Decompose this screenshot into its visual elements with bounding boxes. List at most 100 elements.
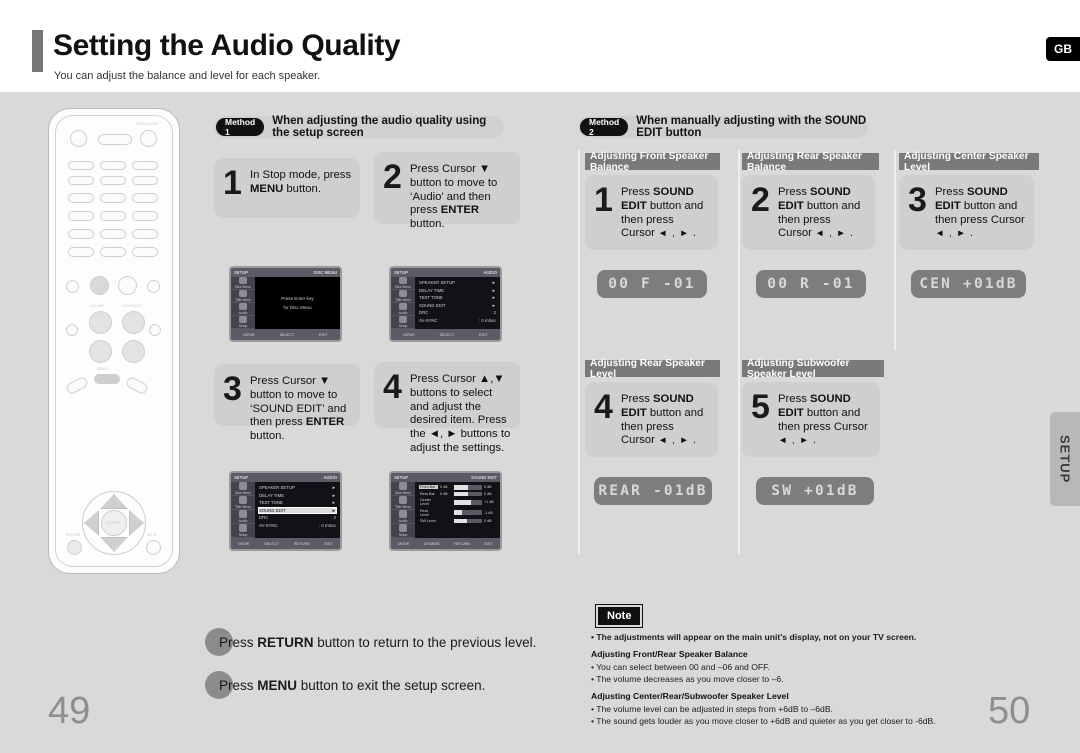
tv-menu-label: AV-SYNC xyxy=(419,317,438,323)
remote-tuner-memo-button xyxy=(132,161,158,170)
led-display-center-level: CEN +01dB xyxy=(911,270,1026,298)
remote-num-0 xyxy=(100,247,126,257)
tv-sidebar-item: Audio xyxy=(391,510,415,524)
tv-menu-value: ► xyxy=(331,485,336,490)
tv-menu-value: ► xyxy=(491,280,496,285)
step-number: 3 xyxy=(908,181,927,219)
tv-message-line: Press Enter key xyxy=(281,296,314,301)
title-menu-icon xyxy=(239,290,247,297)
tv-status-hint: EXIT xyxy=(324,541,333,546)
led-display-rear-balance: 00 R -01 xyxy=(756,270,866,298)
led-display-front-balance: 00 F -01 xyxy=(597,270,707,298)
sound-edit-label: Center Level xyxy=(420,498,432,507)
tv-screen-sound-edit: SETUP SOUND EDIT Disc Menu Title Menu Au… xyxy=(389,471,502,551)
tv-title-right: SOUND EDIT xyxy=(471,475,497,480)
sound-edit-row: Front Bal. 0 dB 0 dB xyxy=(419,485,496,490)
tv-sidebar-item: Audio xyxy=(231,303,255,316)
remote-tv-dvd-toggle xyxy=(98,134,132,145)
tv-status-hint: MOVE xyxy=(243,332,255,337)
remote-num-1 xyxy=(68,193,94,203)
remote-num-6 xyxy=(132,211,158,221)
tv-sidebar-label: Setup xyxy=(238,533,248,537)
step-text: Press Cursor ▼ button to move to ‘Audio’… xyxy=(410,163,498,231)
tv-sidebar-item: Setup xyxy=(231,316,255,329)
method1-heading: When adjusting the audio quality using t… xyxy=(272,115,487,139)
tv-status-hint: EXIT xyxy=(319,332,328,337)
tv-sidebar-item: Disc Menu xyxy=(231,277,255,290)
tv-menu-list: SPEAKER SETUP ► DELAY TIME ► TEST TONE ► SO… xyxy=(255,482,340,538)
sound-edit-meter xyxy=(454,500,482,505)
method2-heading: When manually adjusting with the SOUND E… xyxy=(636,115,867,139)
tv-sidebar-item: Disc Menu xyxy=(391,277,415,290)
tv-sidebar-label: Title Menu xyxy=(235,298,251,302)
sound-edit-right-value: 0 dB xyxy=(484,491,492,496)
tv-menu-value: ► xyxy=(491,295,496,301)
tv-title-right: AUDIO xyxy=(483,270,498,275)
tv-titlebar: SETUP AUDIO xyxy=(391,268,500,277)
disc-menu-icon xyxy=(399,277,407,284)
tv-menu-label: SOUND EDIT xyxy=(419,302,446,308)
remote-menu-label: MENU xyxy=(97,367,108,371)
page-number-right: 50 xyxy=(988,690,1031,732)
tv-sidebar-item: Audio xyxy=(391,303,415,316)
method1-header: Method 1 When adjusting the audio qualit… xyxy=(214,115,504,139)
sound-edit-row: Center Level +1 dB xyxy=(419,498,496,506)
note-line: • You can select between 00 and –06 and … xyxy=(591,662,770,672)
footer-bullet-menu: Press MENU button to exit the setup scre… xyxy=(205,671,485,699)
remote-power-button xyxy=(70,130,87,147)
tv-menu-label: AV-SYNC xyxy=(259,522,278,528)
remote-cancel-button xyxy=(132,247,158,257)
tv-sidebar-label: Audio xyxy=(398,311,408,315)
tv-title-left: SETUP xyxy=(234,475,248,480)
sound-edit-right-value: 0 dB xyxy=(484,485,492,490)
tv-menu-row: SOUND EDIT ► xyxy=(419,303,496,308)
setup-icon xyxy=(239,524,247,532)
tv-menu-row: TEST TONE ► xyxy=(259,500,336,505)
footer-panel xyxy=(0,592,1080,753)
tv-status-hint: CHANGE xyxy=(423,541,440,546)
remote-sleep-button xyxy=(68,161,94,170)
note-intro-line: • The adjustments will appear on the mai… xyxy=(591,632,917,642)
tv-sidebar-label: Audio xyxy=(238,519,248,523)
section-label-subwoofer-level: Adjusting Subwoofer Speaker Level xyxy=(742,358,884,380)
sound-edit-value: 0 dB xyxy=(440,491,448,496)
page-title: Setting the Audio Quality xyxy=(53,29,401,62)
tv-statusbar: MOVE SELECT RETURN EXIT xyxy=(231,538,340,549)
tv-sidebar-label: Audio xyxy=(398,519,408,523)
disc-menu-icon xyxy=(239,277,247,284)
remote-stop-button xyxy=(90,276,109,295)
tv-menu-label: TEST TONE xyxy=(419,295,443,301)
title-menu-icon xyxy=(239,496,247,504)
tv-status-hint: MOVE xyxy=(398,541,410,546)
tv-menu-value: : 2 xyxy=(331,515,336,521)
note-line: • The sound gets louder as you move clos… xyxy=(591,716,936,726)
tv-menu-value: ► xyxy=(331,507,336,513)
audio-icon xyxy=(399,510,407,518)
sound-edit-value: 0 dB xyxy=(440,485,448,490)
tv-menu-label: SPEAKER SETUP xyxy=(259,485,295,490)
step-text: Press Cursor ▼ button to move to ‘SOUND … xyxy=(250,375,347,443)
setup-icon xyxy=(239,316,247,323)
tv-menu-value: : 2 xyxy=(491,310,496,316)
method1-step-2: 2 Press Cursor ▼ button to move to ‘Audi… xyxy=(374,152,520,230)
tv-sidebar-item: Audio xyxy=(231,510,255,524)
step-number: 2 xyxy=(383,158,402,196)
remote-tuning-label: TUNING/CH xyxy=(122,304,142,308)
sound-edit-meter xyxy=(454,518,482,524)
tv-statusbar: MOVE SELECT EXIT xyxy=(231,329,340,340)
tv-screen-audio-menu-sound-edit-selected: SETUP AUDIO Disc Menu Title Menu Audio S… xyxy=(229,471,342,551)
side-tab-setup[interactable]: SETUP xyxy=(1050,412,1080,506)
section-label-front-balance: Adjusting Front Speaker Balance xyxy=(585,151,720,173)
tv-sidebar-label: Setup xyxy=(398,324,408,328)
method1-chip: Method 1 xyxy=(216,117,265,137)
method1-step-1: 1 In Stop mode, press MENU button. xyxy=(214,158,360,218)
remote-volume-up-button xyxy=(89,311,112,334)
remote-open-close-button xyxy=(140,130,157,147)
tv-sidebar: Disc Menu Title Menu Audio Setup xyxy=(231,277,255,329)
page-subtitle: You can adjust the balance and level for… xyxy=(54,70,321,82)
tv-title-right: DISC MENU xyxy=(313,270,338,275)
step-text: Press SOUND EDIT button and then press C… xyxy=(935,186,1025,240)
tv-sidebar-label: Disc Menu xyxy=(234,491,252,495)
remote-open-close-label: OPEN/CLOSE xyxy=(136,122,159,126)
audio-icon xyxy=(239,303,247,310)
